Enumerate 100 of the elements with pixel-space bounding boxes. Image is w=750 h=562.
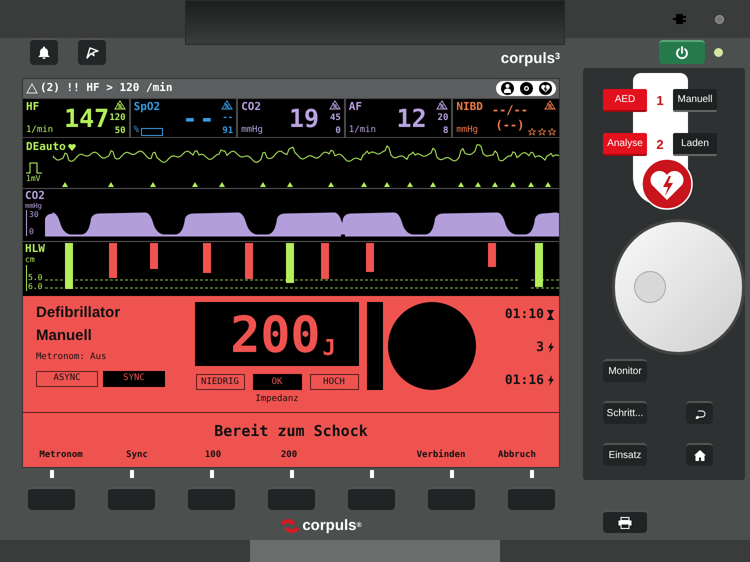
lightning-bolt-icon bbox=[547, 342, 554, 353]
parameter-label: CO2 bbox=[241, 100, 262, 113]
logo-text: corpuls$^{®}$ bbox=[302, 516, 362, 536]
energy-value: 200 bbox=[230, 306, 321, 364]
softkey-marker bbox=[530, 470, 534, 478]
mode-button[interactable]: Laden bbox=[673, 133, 717, 156]
calibration-pulse-icon bbox=[26, 162, 42, 174]
alarm-off-icon bbox=[221, 100, 234, 110]
alarm-message: (2) !! HF > 120 /min bbox=[40, 80, 172, 96]
impedance-option-button[interactable]: HOCH bbox=[310, 374, 358, 390]
parameter-value: 12 bbox=[396, 102, 428, 134]
bell-button[interactable] bbox=[30, 38, 58, 65]
counter-value: 01:16 bbox=[504, 372, 544, 390]
scale-label: 5.0 bbox=[28, 273, 44, 282]
impedance-option-button[interactable]: OK bbox=[252, 374, 302, 390]
energy-unit: J bbox=[322, 335, 336, 363]
sync-option-button[interactable]: ASYNC bbox=[36, 370, 98, 386]
return-button[interactable] bbox=[686, 401, 713, 424]
sync-option-button[interactable]: SYNC bbox=[103, 370, 165, 386]
star-outline-icon bbox=[538, 128, 546, 136]
softkey-label: Metronom bbox=[39, 449, 83, 462]
upper-limit: 20 bbox=[438, 113, 448, 123]
device-logo: corpuls$^{3}$ bbox=[500, 51, 560, 66]
impedance-label: Impedanz bbox=[255, 393, 299, 406]
softkey-marker bbox=[50, 470, 54, 478]
unit-label: % bbox=[134, 125, 140, 136]
lightning-bolt-icon bbox=[547, 374, 554, 386]
softkey-label: Verbinden bbox=[416, 449, 466, 462]
softkey-label: 100 bbox=[204, 449, 222, 462]
home-icon bbox=[694, 450, 706, 461]
scale-label: 1mV bbox=[26, 174, 42, 182]
status-message: Bereit zum Schock bbox=[213, 420, 369, 442]
star-outline-icon bbox=[528, 128, 536, 136]
upper-limit: -- bbox=[222, 113, 234, 123]
unit-label: mmHg bbox=[241, 125, 264, 136]
alarm-off-icon bbox=[436, 100, 448, 110]
status-led bbox=[715, 14, 724, 24]
alarm-off-icon bbox=[114, 100, 126, 110]
alarm-off-icon bbox=[328, 100, 341, 110]
parameter-value: -- bbox=[181, 102, 218, 134]
metronome-status: Metronom: Aus bbox=[36, 351, 108, 364]
printer-icon bbox=[618, 516, 632, 528]
panel-button[interactable]: Monitor bbox=[603, 359, 647, 382]
parameter-label: AF bbox=[348, 100, 364, 113]
heart-icon bbox=[68, 144, 76, 151]
softkey-label: Abbruch bbox=[498, 449, 536, 462]
parameter-label: HF bbox=[26, 100, 40, 113]
curve-label: CO2 bbox=[25, 189, 45, 202]
upper-limit: 120 bbox=[109, 113, 126, 123]
impedance-option-button[interactable]: NIEDRIG bbox=[196, 374, 244, 390]
softkey-marker bbox=[210, 470, 214, 478]
counter-value: 3 bbox=[536, 338, 544, 357]
logo-mark-icon bbox=[280, 518, 300, 534]
lower-limit: 91 bbox=[222, 126, 234, 136]
parameter-value: 147 bbox=[64, 102, 110, 134]
scale-top-label: 30 bbox=[29, 210, 40, 219]
pulse-bar bbox=[141, 128, 164, 136]
flag-button[interactable] bbox=[78, 38, 106, 65]
curve-label: DEauto bbox=[26, 139, 66, 155]
lower-limit: 8 bbox=[442, 126, 448, 136]
unit-label: 1/min bbox=[26, 125, 54, 136]
scale-bottom-label: 0 bbox=[29, 227, 35, 236]
power-led bbox=[714, 48, 723, 56]
mode-button[interactable]: Manuell bbox=[673, 89, 717, 112]
home-button[interactable] bbox=[686, 443, 713, 466]
aed-heart-button-icon[interactable] bbox=[640, 158, 692, 210]
upper-limit: 45 bbox=[330, 113, 341, 123]
lower-limit: 0 bbox=[335, 126, 341, 136]
softkey-marker bbox=[450, 470, 454, 478]
parameter-value: 19 bbox=[288, 102, 320, 134]
mode-label: Manuell bbox=[36, 327, 93, 345]
panel-button[interactable]: Schritt... bbox=[603, 401, 647, 424]
softkey-label: 200 bbox=[280, 449, 298, 462]
unit-label: 1/min bbox=[348, 125, 377, 136]
softkey-marker bbox=[370, 470, 374, 478]
step-number: 2 bbox=[655, 136, 665, 154]
return-arrow-icon bbox=[694, 408, 706, 418]
parameter-label: SpO2 bbox=[134, 100, 162, 113]
counter-value: 01:10 bbox=[504, 306, 544, 324]
mode-button[interactable]: AED bbox=[603, 89, 647, 112]
bell-icon bbox=[38, 46, 50, 59]
knob-grip bbox=[634, 271, 666, 303]
plug-icon bbox=[673, 14, 687, 24]
curve-label: HLW bbox=[25, 242, 45, 255]
panel-button[interactable]: Einsatz bbox=[603, 443, 647, 466]
softkey-marker bbox=[130, 470, 134, 478]
unit-label: cm bbox=[25, 255, 36, 264]
parameter-label: NIBD bbox=[456, 100, 484, 113]
alarm-off-icon bbox=[544, 100, 556, 110]
star-outline-icon bbox=[548, 128, 556, 136]
print-button[interactable] bbox=[603, 510, 647, 533]
step-number: 1 bbox=[655, 92, 665, 110]
parameter-value: --/-- bbox=[492, 103, 528, 118]
panel-title: Defibrillator bbox=[36, 304, 122, 322]
mode-button[interactable]: Analyse bbox=[603, 133, 647, 156]
hourglass-icon bbox=[547, 310, 554, 320]
power-button[interactable] bbox=[659, 40, 705, 64]
lower-limit: 50 bbox=[114, 126, 126, 136]
mean-value: (--) bbox=[495, 118, 524, 133]
softkey-marker bbox=[290, 470, 294, 478]
